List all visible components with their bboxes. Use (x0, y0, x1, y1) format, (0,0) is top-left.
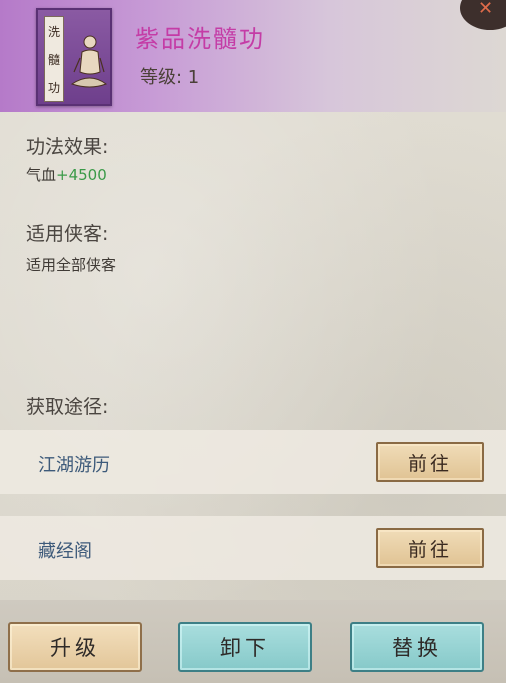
effect-label: 功法效果: (26, 136, 109, 158)
applicable-text: 适用全部侠客 (26, 256, 117, 274)
cover-char: 髓 (47, 52, 60, 67)
replace-button[interactable]: 替换 (350, 622, 484, 672)
skill-level: 等级: 1 (140, 67, 200, 88)
acquire-source-row: 藏经阁 前往 (0, 516, 506, 580)
acquire-source-row: 江湖游历 前往 (0, 430, 506, 494)
source-name: 江湖游历 (38, 455, 110, 476)
cover-char: 功 (47, 80, 60, 95)
effect-stat-name: 气血 (26, 166, 57, 184)
close-button[interactable]: ✕ (460, 0, 506, 30)
cover-char: 洗 (47, 24, 60, 39)
skill-title: 紫品洗髓功 (135, 25, 265, 53)
acquire-label: 获取途径: (26, 396, 109, 418)
effect-stat-value: +4500 (56, 166, 107, 184)
applicable-label: 适用侠客: (26, 223, 109, 245)
go-button[interactable]: 前往 (376, 442, 484, 482)
skill-header: 洗 髓 功 紫品洗髓功 等级: 1 ✕ (0, 0, 506, 112)
book-title-strip: 洗 髓 功 (44, 16, 64, 102)
upgrade-button[interactable]: 升级 (8, 622, 142, 672)
go-button[interactable]: 前往 (376, 528, 484, 568)
skill-book-icon: 洗 髓 功 (36, 8, 112, 106)
source-name: 藏经阁 (38, 541, 92, 562)
meditating-figure-icon (70, 35, 108, 88)
effect-stat: 气血+4500 (26, 164, 107, 185)
skill-detail-panel: 洗 髓 功 紫品洗髓功 等级: 1 ✕ 功法效果: 气血+4500 适用侠客: … (0, 0, 506, 683)
close-icon: ✕ (478, 0, 494, 19)
unequip-button[interactable]: 卸下 (178, 622, 312, 672)
